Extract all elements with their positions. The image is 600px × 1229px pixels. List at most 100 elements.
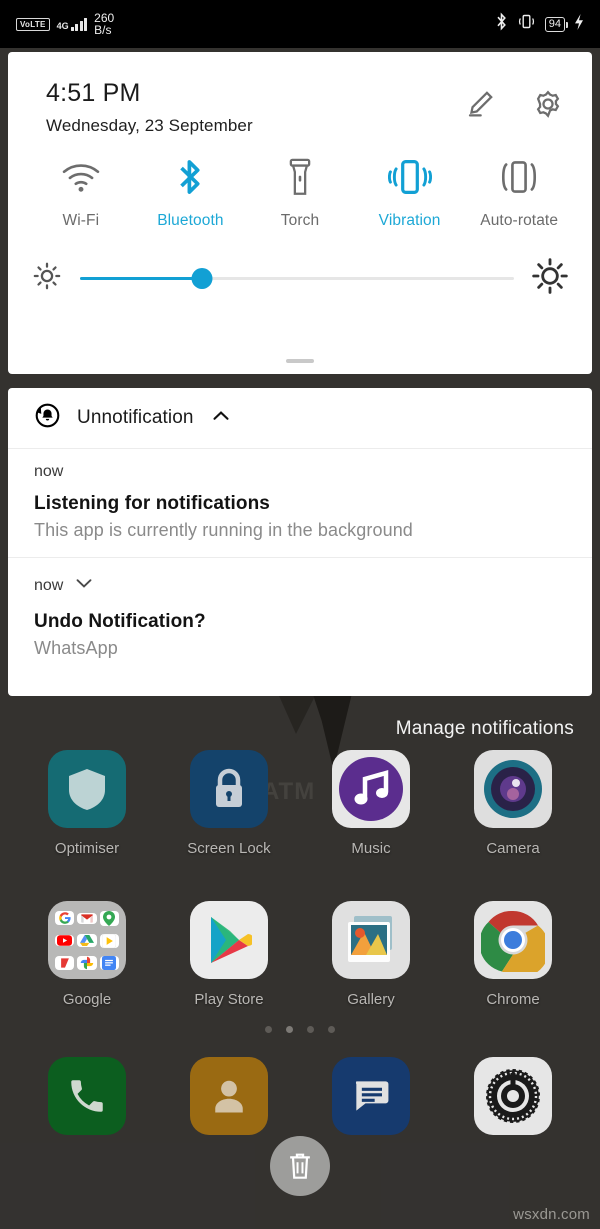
dock-contacts[interactable]: Contacts	[158, 1057, 300, 1135]
page-dot	[328, 1026, 335, 1033]
bluetooth-icon	[495, 12, 508, 36]
messages-icon	[332, 1057, 410, 1135]
notification-app-name: Unnotification	[77, 407, 194, 428]
folder-app-gmail	[77, 912, 97, 924]
tile-label: Vibration	[378, 212, 441, 229]
notification-title: Undo Notification?	[34, 611, 206, 632]
edit-pencil-icon[interactable]	[464, 88, 496, 120]
notification-item[interactable]: now Listening for notifications This app…	[8, 449, 592, 557]
app-gallery[interactable]: Gallery	[300, 901, 442, 1008]
tile-vibration[interactable]: Vibration	[355, 156, 465, 230]
volte-badge: VoLTE	[16, 17, 50, 31]
charging-bolt-icon	[574, 13, 584, 35]
flashlight-icon	[287, 156, 313, 198]
padlock-icon	[190, 750, 268, 828]
tile-auto-rotate[interactable]: Auto-rotate	[464, 156, 574, 230]
signal-indicator: 4G	[57, 17, 88, 31]
folder-app-play-movies	[55, 955, 75, 970]
folder-app-play	[99, 933, 119, 948]
battery-level: 94	[548, 17, 561, 30]
tile-label: Bluetooth	[157, 212, 224, 229]
network-speed-unit: B/s	[94, 23, 112, 37]
chevron-down-icon[interactable]	[73, 572, 95, 599]
notification-time-row: now	[34, 463, 566, 481]
dock-phone[interactable]: Phone	[16, 1057, 158, 1135]
brightness-high-icon	[530, 256, 570, 301]
app-music[interactable]: Music	[300, 750, 442, 857]
app-screen-lock[interactable]: Screen Lock	[158, 750, 300, 857]
trash-icon[interactable]	[270, 1136, 330, 1196]
battery-indicator: 94	[544, 16, 569, 32]
brightness-low-icon	[30, 259, 64, 298]
quick-settings-actions	[464, 78, 564, 120]
tile-label: Auto-rotate	[480, 212, 559, 229]
app-label: Google	[62, 991, 112, 1008]
page-dot	[265, 1026, 272, 1033]
app-label: Camera	[486, 840, 540, 857]
wifi-icon	[61, 156, 101, 198]
gallery-icon	[332, 901, 410, 979]
notification-group-header[interactable]: Unnotification	[8, 388, 592, 449]
music-note-icon	[332, 750, 410, 828]
quick-settings-panel: 4:51 PM Wednesday, 23 September Wi-Fi Bl…	[8, 52, 592, 374]
app-chrome[interactable]: Chrome	[442, 901, 584, 1008]
quick-settings-header: 4:51 PM Wednesday, 23 September	[8, 52, 592, 136]
folder-app-drive	[77, 934, 97, 947]
app-row-1: Optimiser Screen Lock Music Camera	[0, 750, 600, 857]
dock-messages[interactable]: Messages	[300, 1057, 442, 1135]
app-label: Optimiser	[54, 840, 120, 857]
dock-settings[interactable]: Settings	[442, 1057, 584, 1135]
tile-label: Torch	[280, 212, 320, 229]
vibrate-icon	[517, 12, 536, 36]
undo-bell-icon	[34, 402, 61, 434]
vibrate-icon	[387, 156, 432, 198]
tile-bluetooth[interactable]: Bluetooth	[136, 156, 246, 230]
folder-app-docs	[99, 955, 119, 970]
app-play-store[interactable]: Play Store	[158, 901, 300, 1008]
notification-time: now	[34, 463, 64, 480]
notification-time-row: now	[34, 572, 566, 599]
brightness-slider[interactable]	[80, 268, 514, 289]
panel-drag-handle[interactable]	[286, 359, 314, 363]
chrome-icon	[474, 901, 552, 979]
status-bar: VoLTE 4G 260 B/s 94	[0, 0, 600, 48]
bluetooth-icon	[176, 156, 204, 198]
app-label: Gallery	[347, 991, 395, 1008]
gear-icon[interactable]	[532, 88, 564, 120]
notification-time: now	[34, 576, 64, 594]
slider-thumb[interactable]	[191, 268, 213, 289]
brightness-row	[8, 230, 592, 301]
shield-icon	[48, 750, 126, 828]
quick-settings-tiles: Wi-Fi Bluetooth Torch Vibration Auto-rot…	[8, 136, 592, 230]
settings-gear-icon	[474, 1057, 552, 1135]
app-optimiser[interactable]: Optimiser	[16, 750, 158, 857]
google-folder-icon	[48, 901, 126, 979]
tile-wifi[interactable]: Wi-Fi	[26, 156, 136, 230]
app-label: Music	[351, 840, 391, 857]
app-label: Screen Lock	[187, 840, 271, 857]
app-row-2: Google Play Store Gallery Chrome	[0, 901, 600, 1008]
slider-fill	[80, 277, 202, 280]
manage-notifications-link[interactable]: Manage notifications	[396, 718, 574, 740]
clock-date: Wednesday, 23 September	[46, 116, 253, 135]
auto-rotate-icon	[498, 156, 540, 198]
camera-lens-icon	[474, 750, 552, 828]
phone-icon	[48, 1057, 126, 1135]
app-camera[interactable]: Camera	[442, 750, 584, 857]
folder-app-google	[55, 911, 75, 925]
notification-title: Listening for notifications	[34, 493, 270, 514]
folder-app-youtube	[55, 935, 75, 946]
notification-item[interactable]: now Undo Notification? WhatsApp	[8, 557, 592, 675]
dock: Phone Contacts Messages	[0, 1057, 600, 1135]
notification-panel: Unnotification now Listening for notific…	[8, 388, 592, 696]
notification-body: This app is currently running in the bac…	[34, 520, 413, 540]
network-speed: 260 B/s	[94, 12, 114, 36]
app-google-folder[interactable]: Google	[16, 901, 158, 1008]
chevron-up-icon[interactable]	[210, 405, 232, 432]
app-label: Play Store	[194, 991, 264, 1008]
page-dot	[307, 1026, 314, 1033]
watermark: wsxdn.com	[513, 1206, 590, 1223]
status-bar-left: VoLTE 4G 260 B/s	[16, 12, 114, 36]
status-bar-right: 94	[495, 12, 584, 36]
tile-torch[interactable]: Torch	[245, 156, 355, 230]
